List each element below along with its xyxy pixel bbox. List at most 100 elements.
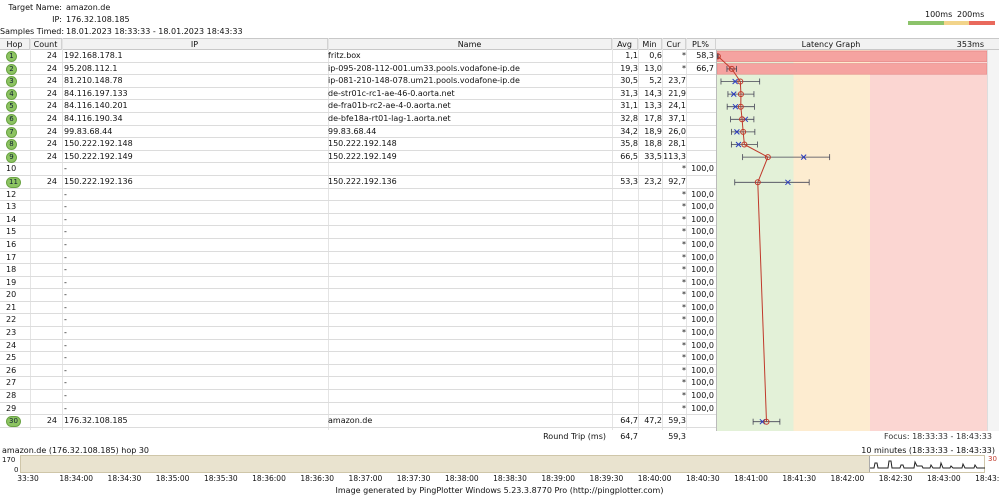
table-row[interactable]: 15 - * 100,0 xyxy=(0,226,716,239)
table-row[interactable]: 25 - * 100,0 xyxy=(0,352,716,365)
col-ip[interactable]: IP xyxy=(62,39,328,50)
timeline-tick: 18:38:00 xyxy=(444,474,479,483)
col-avg[interactable]: Avg xyxy=(612,39,638,50)
ip-cell: - xyxy=(64,227,67,237)
name-cell: 150.222.192.148 xyxy=(328,139,397,149)
col-name[interactable]: Name xyxy=(328,39,612,50)
hop-cell: 3 xyxy=(0,75,30,88)
hop-cell: 21 xyxy=(0,302,30,314)
name-cell xyxy=(328,252,612,264)
table-row[interactable]: 5 24 84.116.140.201 de-fra01b-rc2-ae-4-0.ao… xyxy=(0,100,716,113)
table-row[interactable]: 7 24 99.83.68.44 99.83.68.44 34,2 18,9 26,0 xyxy=(0,126,716,139)
min-cell xyxy=(638,214,662,226)
name-cell: amazon.de xyxy=(328,416,373,426)
table-row[interactable]: 28 - * 100,0 xyxy=(0,390,716,403)
name-cell: de-str01c-rc1-ae-46-0.aorta.net xyxy=(328,88,455,98)
table-row[interactable]: 6 24 84.116.190.34 de-bfe18a-rt01-lag-1.aor… xyxy=(0,113,716,126)
col-latency-graph[interactable]: Latency Graph xyxy=(716,39,946,50)
table-row[interactable]: 18 - * 100,0 xyxy=(0,264,716,277)
table-row[interactable]: 12 - * 100,0 xyxy=(0,189,716,202)
table-row[interactable]: 10 - * 100,0 xyxy=(0,163,716,176)
cur-cell: * xyxy=(682,239,686,249)
hop-status-icon: 3 xyxy=(6,76,17,88)
min-cell xyxy=(638,314,662,326)
avg-cell: 66,5 xyxy=(620,151,638,161)
table-row[interactable]: 19 - * 100,0 xyxy=(0,277,716,290)
table-row[interactable]: 26 - * 100,0 xyxy=(0,365,716,378)
name-cell: fritz.box xyxy=(328,51,361,60)
ip-cell: - xyxy=(64,239,67,249)
col-count[interactable]: Count xyxy=(30,39,62,50)
cur-cell: 24,1 xyxy=(668,101,686,111)
table-row[interactable]: 24 - * 100,0 xyxy=(0,340,716,353)
avg-cell xyxy=(612,302,638,314)
graph-scrollbar[interactable] xyxy=(987,50,999,431)
table-row[interactable]: 27 - * 100,0 xyxy=(0,377,716,391)
cur-cell: * xyxy=(682,164,686,174)
min-cell xyxy=(638,390,662,402)
pl-cell: 100,0 xyxy=(691,315,714,325)
table-row[interactable]: 13 - * 100,0 xyxy=(0,201,716,214)
col-pl[interactable]: PL% xyxy=(686,39,716,50)
pl-cell: 100,0 xyxy=(691,302,714,312)
avg-cell xyxy=(612,340,638,352)
hop-number: 28 xyxy=(6,391,17,401)
ip-cell: - xyxy=(64,252,67,262)
round-trip-avg: 64,7 xyxy=(620,432,638,441)
col-hop[interactable]: Hop xyxy=(0,39,30,50)
table-row[interactable]: 29 - * 100,0 xyxy=(0,403,716,416)
cur-cell: * xyxy=(682,63,686,73)
latency-scale-legend: 100ms 200ms xyxy=(905,10,995,26)
min-cell: 47,2 xyxy=(644,416,662,426)
table-row[interactable]: 30 24 176.32.108.185 amazon.de 64,7 47,2 59,3 xyxy=(0,415,716,428)
pl-cell xyxy=(686,100,714,112)
samples-value: 18.01.2023 18:33:33 - 18.01.2023 18:43:3… xyxy=(66,27,243,36)
min-cell xyxy=(638,302,662,314)
table-row[interactable]: 11 24 150.222.192.136 150.222.192.136 53,3 23… xyxy=(0,176,716,189)
hop-status-icon: 9 xyxy=(6,151,17,163)
hop-cell: 19 xyxy=(0,277,30,289)
min-cell xyxy=(638,189,662,201)
table-row[interactable]: 17 - * 100,0 xyxy=(0,252,716,265)
pl-cell: 100,0 xyxy=(691,164,714,174)
min-cell: 13,0 xyxy=(644,63,662,73)
hop-status-icon: 11 xyxy=(6,176,21,188)
hop-number: 17 xyxy=(6,252,17,262)
min-cell xyxy=(638,377,662,389)
col-min[interactable]: Min xyxy=(638,39,662,50)
pl-cell: 100,0 xyxy=(691,340,714,350)
table-row[interactable]: 8 24 150.222.192.148 150.222.192.148 35,8 18,… xyxy=(0,138,716,151)
pl-cell: 100,0 xyxy=(691,365,714,375)
timeline-label: amazon.de (176.32.108.185) hop 30 xyxy=(2,446,150,455)
target-name-value: amazon.de xyxy=(66,3,111,12)
hop-cell: 6 xyxy=(0,113,30,125)
hop-cell: 4 xyxy=(0,88,30,100)
name-cell xyxy=(328,327,612,339)
count-cell xyxy=(30,340,60,352)
hop-cell: 12 xyxy=(0,189,30,201)
table-row[interactable]: 20 - * 100,0 xyxy=(0,289,716,302)
avg-cell: 64,7 xyxy=(620,416,638,426)
cur-cell: * xyxy=(682,290,686,300)
avg-cell xyxy=(612,226,638,238)
timeline-graph[interactable] xyxy=(20,455,985,473)
table-row[interactable]: 23 - * 100,0 xyxy=(0,327,716,340)
min-cell xyxy=(638,340,662,352)
table-row[interactable]: 1 24 192.168.178.1 fritz.box 1,1 0,6 * 58,3 xyxy=(0,50,716,63)
cur-cell: 37,1 xyxy=(668,113,686,123)
col-cur[interactable]: Cur xyxy=(662,39,686,50)
timeline-focus-window[interactable] xyxy=(869,456,985,472)
cur-cell: 113,3 xyxy=(663,151,686,161)
pl-cell xyxy=(686,138,714,150)
table-row[interactable]: 9 24 150.222.192.149 150.222.192.149 66,5 33,… xyxy=(0,151,716,164)
hop-status-icon: 1 xyxy=(6,51,17,62)
table-row[interactable]: 4 24 84.116.197.133 de-str01c-rc1-ae-46-0.a… xyxy=(0,88,716,101)
latency-graph[interactable] xyxy=(714,50,988,431)
table-row[interactable]: 14 - * 100,0 xyxy=(0,214,716,227)
table-row[interactable]: 2 24 95.208.112.1 ip-095-208-112-001.um33.p… xyxy=(0,63,716,76)
table-row[interactable]: 16 - * 100,0 xyxy=(0,239,716,252)
table-row[interactable]: 21 - * 100,0 xyxy=(0,302,716,315)
min-cell xyxy=(638,226,662,238)
table-row[interactable]: 22 - * 100,0 xyxy=(0,314,716,328)
table-row[interactable]: 3 24 81.210.148.78 ip-081-210-148-078.um21.… xyxy=(0,75,716,88)
